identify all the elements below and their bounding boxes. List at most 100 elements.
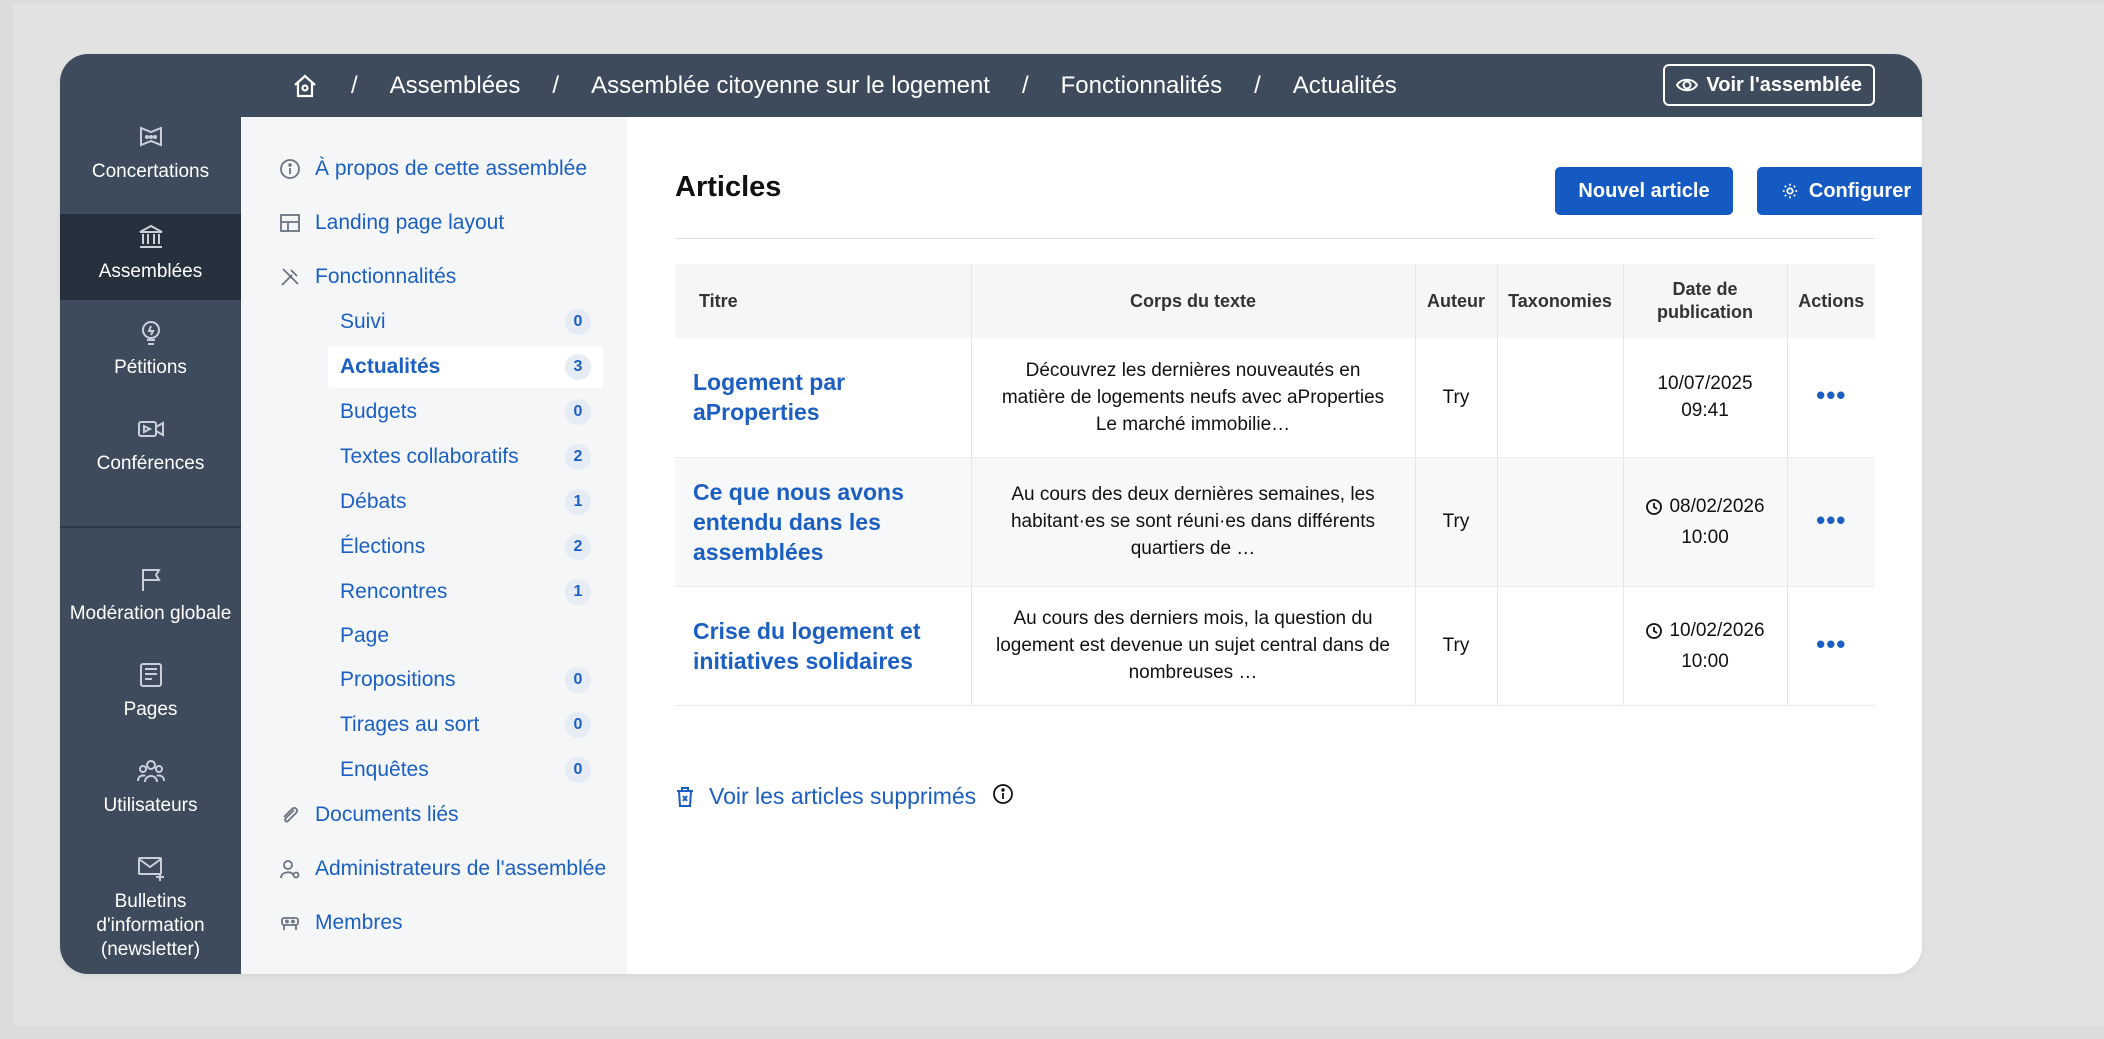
rail-item-concertations[interactable]: Concertations xyxy=(60,122,241,202)
article-author: Try xyxy=(1415,338,1498,458)
article-author: Try xyxy=(1415,586,1498,706)
table-row: Logement par aProperties Découvrez les d… xyxy=(675,338,1875,458)
petition-icon xyxy=(141,321,160,345)
more-actions-icon[interactable]: ••• xyxy=(1816,629,1846,659)
article-title-link[interactable]: Ce que nous avons entendu dans les assem… xyxy=(675,457,972,587)
count-badge: 1 xyxy=(565,489,591,515)
layout-icon xyxy=(280,214,300,232)
subnav-features[interactable]: Fonctionnalités xyxy=(279,265,456,289)
subnav-component-suivi[interactable]: Suivi 0 xyxy=(328,301,603,343)
flag-icon xyxy=(141,569,161,591)
breadcrumb-separator: / xyxy=(1254,71,1261,99)
subnav-landing[interactable]: Landing page layout xyxy=(279,211,504,235)
rail-divider xyxy=(60,526,241,528)
subnav-component-propositions[interactable]: Propositions 0 xyxy=(328,659,603,701)
eye-icon xyxy=(1676,78,1699,92)
article-body: Découvrez les dernières nouveautés en ma… xyxy=(971,338,1416,458)
deleted-articles-label: Voir les articles supprimés xyxy=(709,783,977,809)
count-badge: 0 xyxy=(565,667,591,693)
rail-label: Assemblées xyxy=(98,261,203,282)
subnav-members-label: Membres xyxy=(315,911,403,934)
count-badge: 2 xyxy=(565,444,591,470)
count-badge: 0 xyxy=(565,309,591,335)
breadcrumb-assemblees[interactable]: Assemblées xyxy=(390,72,521,100)
subnav-component-tirages[interactable]: Tirages au sort 0 xyxy=(328,704,603,746)
rail-label: Bulletins d'information (newsletter) xyxy=(96,891,205,960)
subnav-about[interactable]: À propos de cette assemblée xyxy=(279,157,587,181)
article-taxonomies xyxy=(1497,586,1624,706)
subnav-component-actualites[interactable]: Actualités 3 xyxy=(328,346,603,388)
subnav-admins[interactable]: Administrateurs de l'assemblée xyxy=(279,857,606,881)
rail-item-moderation[interactable]: Modération globale xyxy=(60,564,241,644)
article-date: 08/02/2026 xyxy=(1669,495,1765,517)
subnav-component-textes[interactable]: Textes collaboratifs 2 xyxy=(328,436,603,478)
column-header: Auteur xyxy=(1415,264,1498,338)
user-gear-icon xyxy=(280,860,300,879)
article-title-link[interactable]: Crise du logement et initiatives solidai… xyxy=(675,586,972,706)
info-icon xyxy=(280,159,300,179)
actions-cell: ••• xyxy=(1787,457,1875,587)
subnav-about-label: À propos de cette assemblée xyxy=(315,157,587,180)
component-label: Suivi xyxy=(340,310,386,333)
subnav-component-budgets[interactable]: Budgets 0 xyxy=(328,391,603,433)
breadcrumb-separator: / xyxy=(552,71,560,99)
breadcrumb-features[interactable]: Fonctionnalités xyxy=(1061,72,1222,100)
page-title: Articles xyxy=(675,171,782,203)
component-label: Enquêtes xyxy=(340,758,429,781)
subnav-members[interactable]: Membres xyxy=(279,911,403,935)
main-sidebar: Concertations Assemblées Pétitions Confé… xyxy=(60,54,241,974)
concertation-icon xyxy=(139,126,162,147)
rail-item-conferences[interactable]: Conférences xyxy=(60,414,241,494)
article-taxonomies xyxy=(1497,338,1624,458)
column-header[interactable]: Date de publication xyxy=(1623,264,1788,338)
rail-label: Modération globale xyxy=(69,603,232,624)
breadcrumb-assembly[interactable]: Assemblée citoyenne sur le logement xyxy=(591,72,990,100)
subnav-component-page[interactable]: Page xyxy=(328,615,603,657)
count-badge: 1 xyxy=(565,579,591,605)
subnav-component-debats[interactable]: Débats 1 xyxy=(328,481,603,523)
new-article-label: Nouvel article xyxy=(1578,179,1710,202)
count-badge: 0 xyxy=(565,757,591,783)
articles-table: Titre Corps du texte Auteur Taxonomies D… xyxy=(675,264,1875,706)
subnav-component-enquetes[interactable]: Enquêtes 0 xyxy=(328,749,603,791)
mail-plus-icon xyxy=(137,857,164,881)
rail-item-assemblees[interactable]: Assemblées xyxy=(60,214,241,300)
admin-window: Concertations Assemblées Pétitions Confé… xyxy=(60,54,1922,974)
rail-item-petitions[interactable]: Pétitions xyxy=(60,318,241,398)
subnav-documents[interactable]: Documents liés xyxy=(279,803,459,827)
info-icon[interactable] xyxy=(992,783,1014,805)
component-label: Rencontres xyxy=(340,580,448,603)
article-date-line: 10/02/2026 xyxy=(1645,617,1765,644)
view-assembly-button[interactable]: Voir l'assemblée xyxy=(1663,64,1875,106)
home-icon[interactable] xyxy=(291,72,319,100)
article-time: 10:00 xyxy=(1681,650,1729,672)
table-row: Crise du logement et initiatives solidai… xyxy=(675,586,1875,706)
main-content: Articles Nouvel article Configurer Titre… xyxy=(627,117,1922,974)
rail-item-newsletter[interactable]: Bulletins d'information (newsletter) xyxy=(60,852,241,968)
article-body: Au cours des deux dernières semaines, le… xyxy=(971,457,1416,587)
article-title-link[interactable]: Logement par aProperties xyxy=(675,338,972,458)
rail-label: Pétitions xyxy=(114,357,187,378)
more-actions-icon[interactable]: ••• xyxy=(1816,505,1846,535)
column-header[interactable]: Titre xyxy=(675,264,972,338)
subnav-component-rencontres[interactable]: Rencontres 1 xyxy=(328,571,603,613)
rail-item-utilisateurs[interactable]: Utilisateurs xyxy=(60,756,241,836)
title-divider xyxy=(675,238,1875,239)
column-header: Taxonomies xyxy=(1497,264,1624,338)
more-actions-icon[interactable]: ••• xyxy=(1816,380,1846,410)
configure-button[interactable]: Configurer xyxy=(1757,167,1922,215)
rail-item-pages[interactable]: Pages xyxy=(60,660,241,740)
deleted-articles-link[interactable]: Voir les articles supprimés xyxy=(675,783,1014,810)
clock-icon xyxy=(1646,498,1663,515)
table-header-row: Titre Corps du texte Auteur Taxonomies D… xyxy=(675,264,1875,338)
members-icon xyxy=(281,917,299,930)
rail-label: Conférences xyxy=(96,453,205,474)
assembly-icon xyxy=(139,224,162,248)
actions-cell: ••• xyxy=(1787,338,1875,458)
article-taxonomies xyxy=(1497,457,1624,587)
gear-icon xyxy=(1782,183,1798,199)
article-date-cell: 08/02/2026 10:00 xyxy=(1623,457,1788,587)
new-article-button[interactable]: Nouvel article xyxy=(1555,167,1733,215)
subnav-component-elections[interactable]: Élections 2 xyxy=(328,526,603,568)
subnav-landing-label: Landing page layout xyxy=(315,211,505,234)
